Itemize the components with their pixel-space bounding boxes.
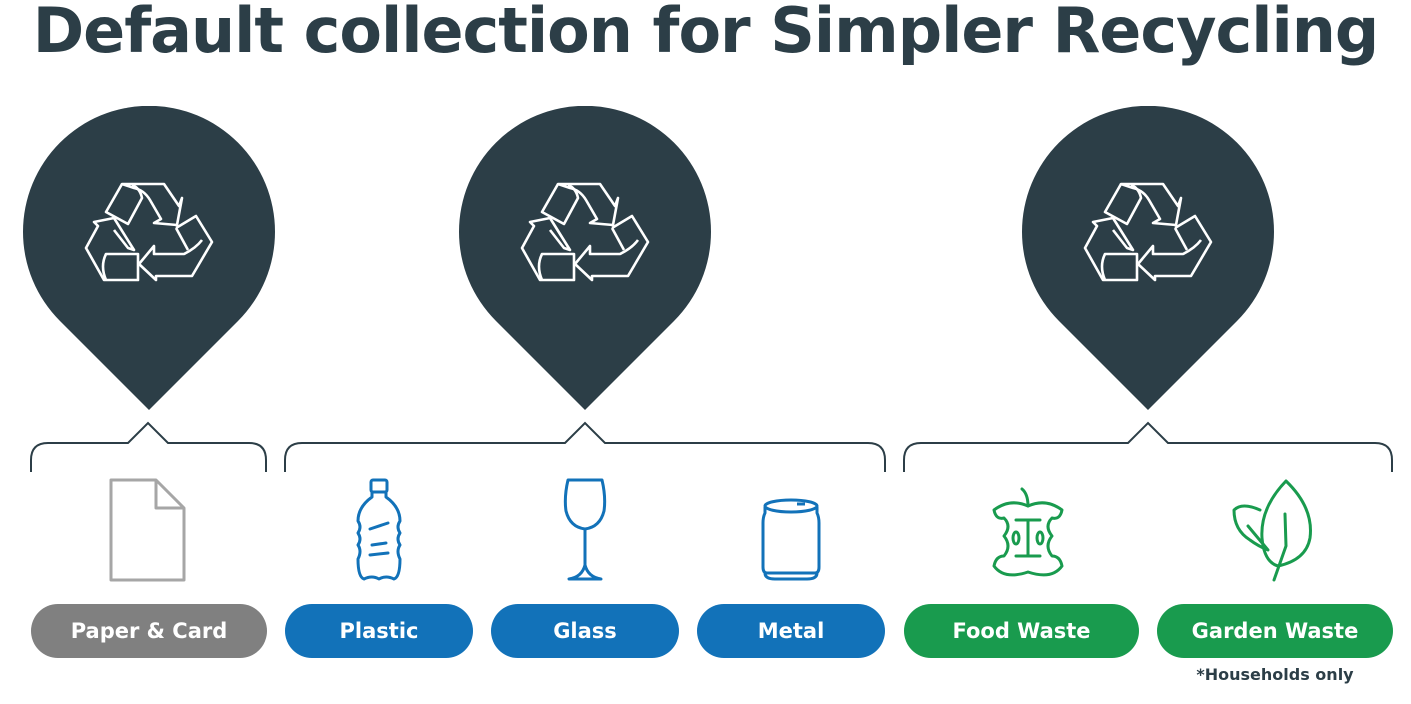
brackets — [30, 421, 1393, 472]
plastic-bottle-icon — [356, 478, 402, 581]
bracket-paper-card — [30, 421, 267, 472]
households-only-footnote: *Households only — [1196, 665, 1354, 684]
wine-glass-icon — [563, 478, 607, 581]
bracket-plastic-glass-metal — [284, 421, 886, 472]
garden-waste-label: Garden Waste — [1157, 604, 1393, 658]
plastic-label: Plastic — [285, 604, 473, 658]
apple-core-icon — [992, 487, 1064, 577]
leaves-icon — [1232, 479, 1312, 582]
metal-label: Metal — [697, 604, 885, 658]
paper-card-label: Paper & Card — [31, 604, 267, 658]
food-waste-label: Food Waste — [904, 604, 1139, 658]
glass-label: Glass — [491, 604, 679, 658]
paper-sheet-icon — [109, 478, 186, 582]
can-icon — [761, 498, 821, 581]
bracket-food-garden — [903, 421, 1393, 472]
